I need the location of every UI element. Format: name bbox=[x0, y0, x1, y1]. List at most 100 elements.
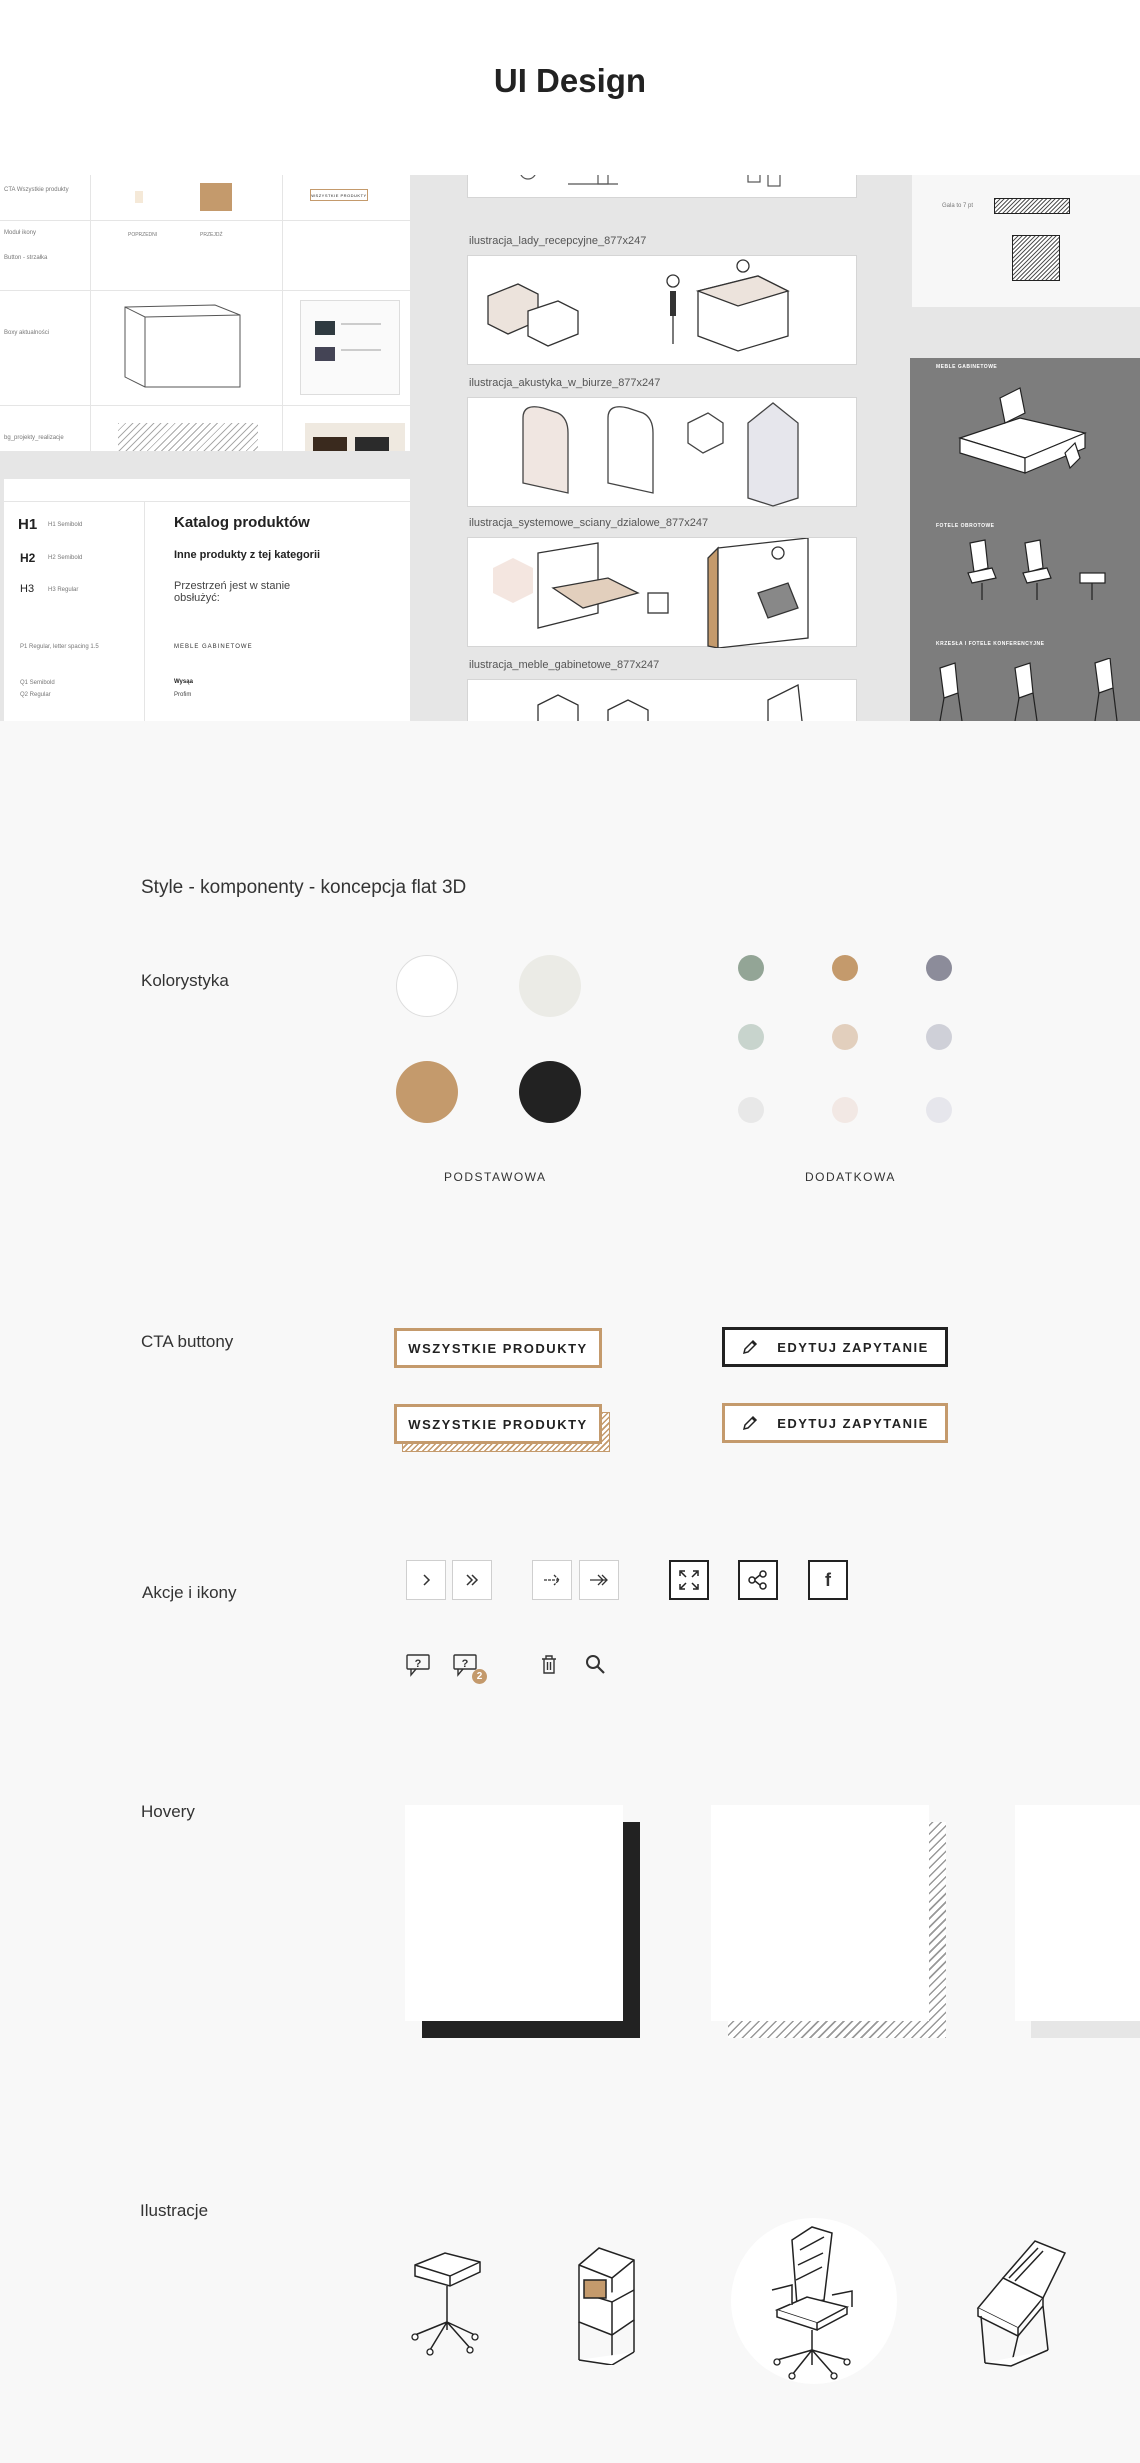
color-swatch bbox=[738, 1024, 764, 1050]
all-products-button-hover[interactable]: WSZYSTKIE PRODUKTY bbox=[394, 1404, 602, 1444]
illustrations-label: Ilustracje bbox=[140, 2201, 209, 2220]
category-heading: FOTELE OBROTOWE bbox=[936, 523, 995, 529]
arrow-right-icon bbox=[544, 1574, 560, 1586]
edit-request-label: EDYTUJ ZAPYTANIE bbox=[777, 1415, 929, 1431]
all-products-button[interactable]: WSZYSTKIE PRODUKTY bbox=[394, 1328, 602, 1368]
hover-card-light[interactable] bbox=[1015, 1805, 1140, 2021]
hover-card-hatched[interactable] bbox=[711, 1805, 929, 2021]
hatch-square bbox=[1012, 235, 1060, 281]
project-thumbs bbox=[305, 423, 405, 451]
actions-label: Akcje i ikony bbox=[142, 1583, 237, 1602]
count-badge: 2 bbox=[472, 1669, 487, 1684]
conference-chairs-illustration bbox=[939, 658, 1118, 721]
stool-illustration bbox=[411, 2252, 481, 2356]
page-title: UI Design bbox=[493, 62, 647, 99]
header: UI Design bbox=[0, 0, 1140, 175]
dark-category-panel: MEBLE GABINETOWE FOTELE OBROTOWE KRZESŁA… bbox=[910, 358, 1140, 721]
illustration-caption: ilustracja_meble_gabinetowe_877x247 bbox=[469, 659, 660, 671]
acoustics-illustration bbox=[467, 397, 857, 507]
gold-swatch bbox=[200, 183, 232, 211]
inquiry-count-button[interactable]: ? 2 bbox=[452, 1652, 492, 1686]
delete-button[interactable] bbox=[539, 1654, 559, 1676]
row-label: bg_projekty_realizacje bbox=[4, 435, 64, 441]
category-heading: MEBLE GABINETOWE bbox=[936, 364, 998, 370]
color-swatch bbox=[396, 1061, 458, 1123]
edit-request-label: EDYTUJ ZAPYTANIE bbox=[777, 1339, 929, 1355]
extra-colors-caption: DODATKOWA bbox=[805, 1170, 896, 1184]
office-chairs-illustration bbox=[967, 539, 1106, 600]
color-swatch bbox=[926, 1024, 952, 1050]
h2-note: H2 Semibold bbox=[48, 555, 83, 561]
row-label: Boxy aktualności bbox=[4, 330, 50, 336]
cta-label: CTA buttony bbox=[141, 1332, 234, 1351]
fullscreen-button[interactable] bbox=[669, 1560, 709, 1600]
h1-note: H1 Semibold bbox=[48, 522, 83, 528]
svg-text:?: ? bbox=[415, 1658, 422, 1670]
search-icon bbox=[586, 1655, 605, 1674]
h1-sample: H1 bbox=[18, 516, 38, 533]
mini-cta: WSZYSTKIE PRODUKTY bbox=[310, 189, 368, 201]
desk-illustration bbox=[958, 387, 1087, 474]
color-swatch bbox=[738, 955, 764, 981]
item-sample: Wysąa bbox=[174, 679, 193, 685]
cube-chair-illustration bbox=[578, 2247, 635, 2365]
illustration-caption: ilustracja_lady_recepcyjne_877x247 bbox=[469, 235, 647, 247]
q2-note: Q2 Regular bbox=[20, 692, 51, 698]
next-label: PRZEJDŹ bbox=[200, 232, 223, 238]
arrow-next-button[interactable] bbox=[532, 1560, 572, 1600]
illustration-frame bbox=[467, 175, 857, 198]
prev-label: POPRZEDNI bbox=[128, 232, 158, 238]
caps-sample: MEBLE GABINETOWE bbox=[174, 644, 253, 650]
color-swatch bbox=[926, 1097, 952, 1123]
inquiry-chat-icon: ? bbox=[406, 1654, 430, 1677]
basic-colors-caption: PODSTAWOWA bbox=[444, 1170, 547, 1184]
colors-label: Kolorystyka bbox=[141, 971, 229, 990]
small-swatch bbox=[135, 191, 143, 203]
q1-note: Q1 Semibold bbox=[20, 680, 55, 686]
edit-request-button-hover[interactable]: EDYTUJ ZAPYTANIE bbox=[722, 1403, 948, 1443]
hovers-label: Hovery bbox=[141, 1802, 195, 1821]
reception-illustration bbox=[467, 255, 857, 365]
color-swatch bbox=[832, 1097, 858, 1123]
hatch-bar bbox=[994, 198, 1070, 214]
component-table-panel: CTA Wszystkie produkty WSZYSTKIE PRODUKT… bbox=[0, 175, 410, 451]
facebook-button[interactable]: f bbox=[808, 1560, 848, 1600]
edit-request-button[interactable]: EDYTUJ ZAPYTANIE bbox=[722, 1327, 948, 1367]
illustration-caption: ilustracja_akustyka_w_biurze_877x247 bbox=[469, 377, 661, 389]
color-swatch bbox=[832, 955, 858, 981]
heading-sample: Katalog produktów bbox=[174, 514, 310, 531]
h3-sample: H3 bbox=[20, 583, 35, 595]
style-section-heading: Style - komponenty - koncepcja flat 3D bbox=[141, 877, 467, 898]
double-arrow-right-icon bbox=[590, 1574, 608, 1586]
last-button[interactable] bbox=[452, 1560, 492, 1600]
p-note: P1 Regular, letter spacing 1.5 bbox=[20, 644, 99, 650]
share-button[interactable] bbox=[738, 1560, 778, 1600]
double-chevron-right-icon bbox=[466, 1574, 479, 1586]
svg-text:?: ? bbox=[462, 1658, 469, 1670]
color-swatch bbox=[832, 1024, 858, 1050]
office-chair-illustration bbox=[771, 2226, 853, 2380]
hover-card-dark[interactable] bbox=[405, 1805, 623, 2021]
search-button[interactable] bbox=[584, 1653, 606, 1675]
row-label: Moduł ikony bbox=[4, 230, 37, 236]
item-sample: Profim bbox=[174, 692, 192, 698]
pattern-panel: Gala to 7 pt bbox=[912, 175, 1140, 307]
color-swatch bbox=[519, 955, 581, 1017]
pencil-icon bbox=[743, 1339, 758, 1355]
inquiry-button[interactable]: ? bbox=[405, 1652, 433, 1678]
row-label: Button - strzałka bbox=[4, 255, 48, 261]
facebook-icon: f bbox=[825, 1570, 831, 1590]
h2-sample: H2 bbox=[20, 551, 36, 565]
typography-panel: H1 H1 Semibold H2 H2 Semibold H3 H3 Regu… bbox=[4, 479, 410, 721]
pencil-icon bbox=[743, 1415, 758, 1431]
arrow-last-button[interactable] bbox=[579, 1560, 619, 1600]
executive-furniture-illustration bbox=[467, 679, 857, 721]
hatched-strip bbox=[118, 423, 258, 451]
partition-walls-illustration bbox=[467, 537, 857, 649]
design-collage: CTA Wszystkie produkty WSZYSTKIE PRODUKT… bbox=[0, 175, 1140, 721]
box-outline-illustration bbox=[124, 304, 241, 388]
size-label: Gala to 7 pt bbox=[942, 203, 974, 209]
color-swatch bbox=[926, 955, 952, 981]
expand-icon bbox=[679, 1570, 699, 1590]
next-button[interactable] bbox=[406, 1560, 446, 1600]
